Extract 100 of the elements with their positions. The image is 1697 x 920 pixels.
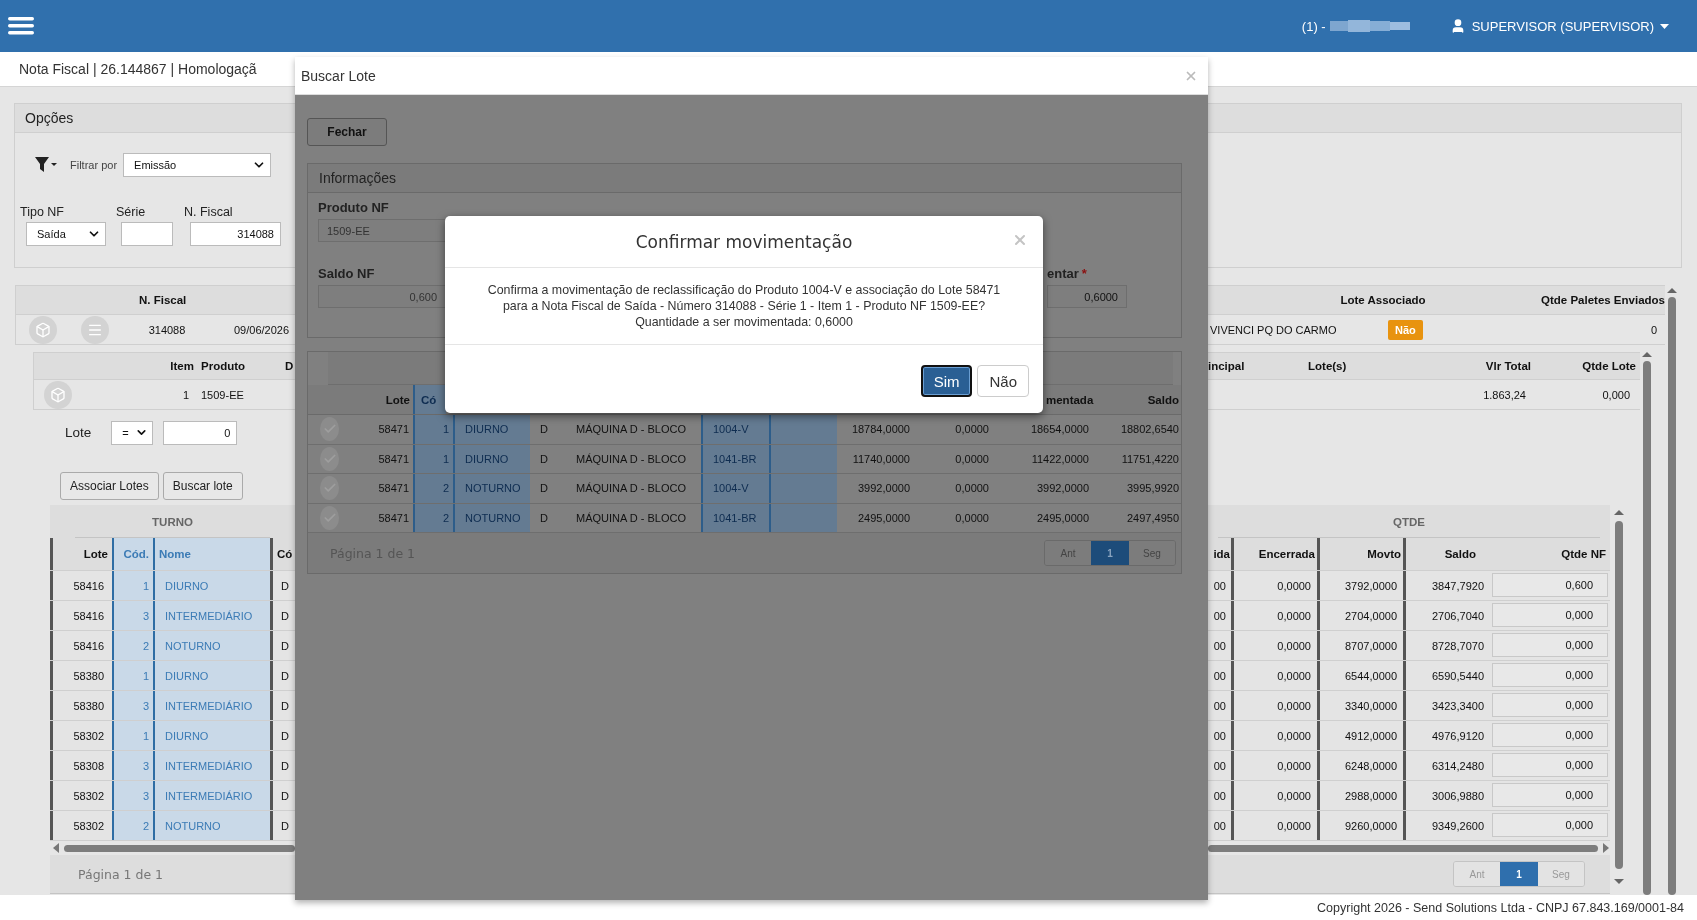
column-header: Qtde Paletes Enviados [1540,294,1665,306]
panel-title: Opções [24,110,74,126]
table-cell-text: 0,0000 [954,510,990,526]
cube-icon[interactable] [44,380,72,409]
table-cell: 0,0000 [1231,811,1317,840]
scroll-left-icon[interactable] [52,843,60,853]
page-button[interactable]: 1 [1500,862,1538,886]
scrollbar-thumb[interactable] [64,844,295,852]
quantity-field[interactable]: 0,6000 [1047,285,1127,308]
table-cell: 2 [112,811,153,840]
table-cell-text: D [539,481,549,497]
table-cell: NOTURNO [153,631,270,660]
table-cell: INTERMEDIÁRIO [153,781,270,810]
table-cell: DIURNO [153,721,270,750]
table-cell-text: 3992,0000 [857,481,911,497]
quantity-input[interactable]: 0,000 [1492,813,1608,837]
table-cell-text: D [539,422,549,438]
confirm-button[interactable]: Sim [920,365,973,397]
input-field[interactable]: 314088 [190,222,281,246]
filter-icon[interactable] [34,156,58,174]
column-header: Produto [201,360,247,372]
table-cell-text: 1509-EE [201,388,245,401]
field-label: entar * [1047,266,1088,281]
check-icon[interactable] [320,446,339,471]
close-button[interactable]: Fechar [307,118,387,146]
table-cell: 3 [112,691,153,720]
vertical-scrollbar[interactable] [1641,349,1653,895]
table-cell: 1 [112,571,153,600]
table-cell-text: 2497,4950 [1126,510,1180,526]
quantity-input[interactable]: 0,000 [1492,633,1608,657]
table-cell: DIURNO [453,415,530,444]
table-cell-text: 00 [1212,758,1227,774]
list-icon[interactable] [81,315,109,344]
column-header: Có [413,385,446,414]
table-cell [769,415,837,444]
quantity-input[interactable]: 0,000 [1492,663,1608,687]
scroll-right-icon[interactable] [1602,843,1610,853]
table-cell: NOTURNO [453,503,530,532]
check-icon[interactable] [320,476,339,501]
filter-label: Filtrar por [70,159,118,171]
table-cell-text: 2495,0000 [857,510,911,526]
table-cell: 3 [112,601,153,630]
column-header: Cód. [112,538,153,570]
table-cell: INTERMEDIÁRIO [153,691,270,720]
page-title: Nota Fiscal | 26.144867 | Homologaçã [19,61,257,77]
action-button[interactable]: Associar Lotes [60,472,159,500]
table-cell-text: 00 [1212,638,1227,654]
page-info: Página 1 de 1 [78,866,164,882]
quantity-input[interactable]: 0,600 [1492,573,1608,597]
group-label: QTDE [1393,516,1425,528]
field-label: N. Fiscal [184,205,234,219]
quantity-input[interactable]: 0,000 [1492,693,1608,717]
input-field[interactable] [121,222,173,246]
table-cell-text: 1 [181,388,189,401]
dialog-title: Buscar Lote [301,67,376,84]
quantity-input[interactable]: 0,000 [1492,723,1608,747]
check-icon[interactable] [320,417,339,442]
cube-icon[interactable] [29,315,57,344]
close-icon[interactable] [1012,232,1028,248]
lote-input[interactable]: 0 [163,420,238,445]
operator-select[interactable]: = [111,420,154,445]
vertical-scrollbar[interactable] [1613,507,1625,887]
table-cell-text: 00 [1212,608,1227,624]
table-cell-text: 0,0000 [954,422,990,438]
table-cell: NOTURNO [153,811,270,840]
confirm-message: Confirma a movimentação de reclassificação do Produto 1004-V e associação do Lote 58471 para a Nota Fiscal de Saída - Número 314088 - Série 1 - Item 1 - Produto NF 1509-EE? Quantidade a ser movimentada: 0,6000 [445,268,1043,345]
table-cell-text: D [539,451,549,467]
user-menu[interactable]: SUPERVISOR (SUPERVISOR) [1449,18,1669,34]
table-cell: 1 [413,415,453,444]
table-cell: DIURNO [453,444,530,473]
field-label: Série [116,205,147,219]
column-header: Item [169,360,194,372]
vertical-scrollbar[interactable] [1666,285,1678,895]
scrollbar-thumb[interactable] [1208,844,1598,852]
table-cell: DIURNO [153,571,270,600]
table-cell-text: 3995,9920 [1126,481,1180,497]
copyright-text: Copyright 2026 - Send Solutions Ltda - CNPJ 67.843.169/0001-84 [1317,900,1684,915]
quantity-input[interactable]: 0,000 [1492,783,1608,807]
status-badge: Não [1388,319,1423,340]
table-cell-text: VIVENCI PQ DO CARMO [1209,323,1338,336]
check-icon[interactable] [320,505,339,530]
quantity-input[interactable]: 0,000 [1492,753,1608,777]
column-header: Vlr Total [1484,360,1531,372]
menu-icon[interactable] [8,16,34,36]
table-cell-text: 09/06/2026 [233,323,291,336]
column-header: incipal [1208,360,1246,372]
type-select[interactable]: Saída [26,222,106,246]
table-cell [769,474,837,503]
action-button[interactable]: Buscar lote [162,472,243,500]
lote-label: Lote [65,425,92,440]
group-label: TURNO [152,516,193,528]
table-cell: INTERMEDIÁRIO [153,751,270,780]
column-header: Lote [384,392,411,408]
table-cell-text: MÁQUINA D - BLOCO [575,481,688,497]
table-cell-text: 11422,0000 [1030,451,1090,467]
table-cell: 1004-V [701,415,769,444]
quantity-input[interactable]: 0,000 [1492,603,1608,627]
filter-select[interactable]: Emissão [123,153,272,177]
table-cell: NOTURNO [453,474,530,503]
cancel-button[interactable]: Não [977,365,1029,397]
